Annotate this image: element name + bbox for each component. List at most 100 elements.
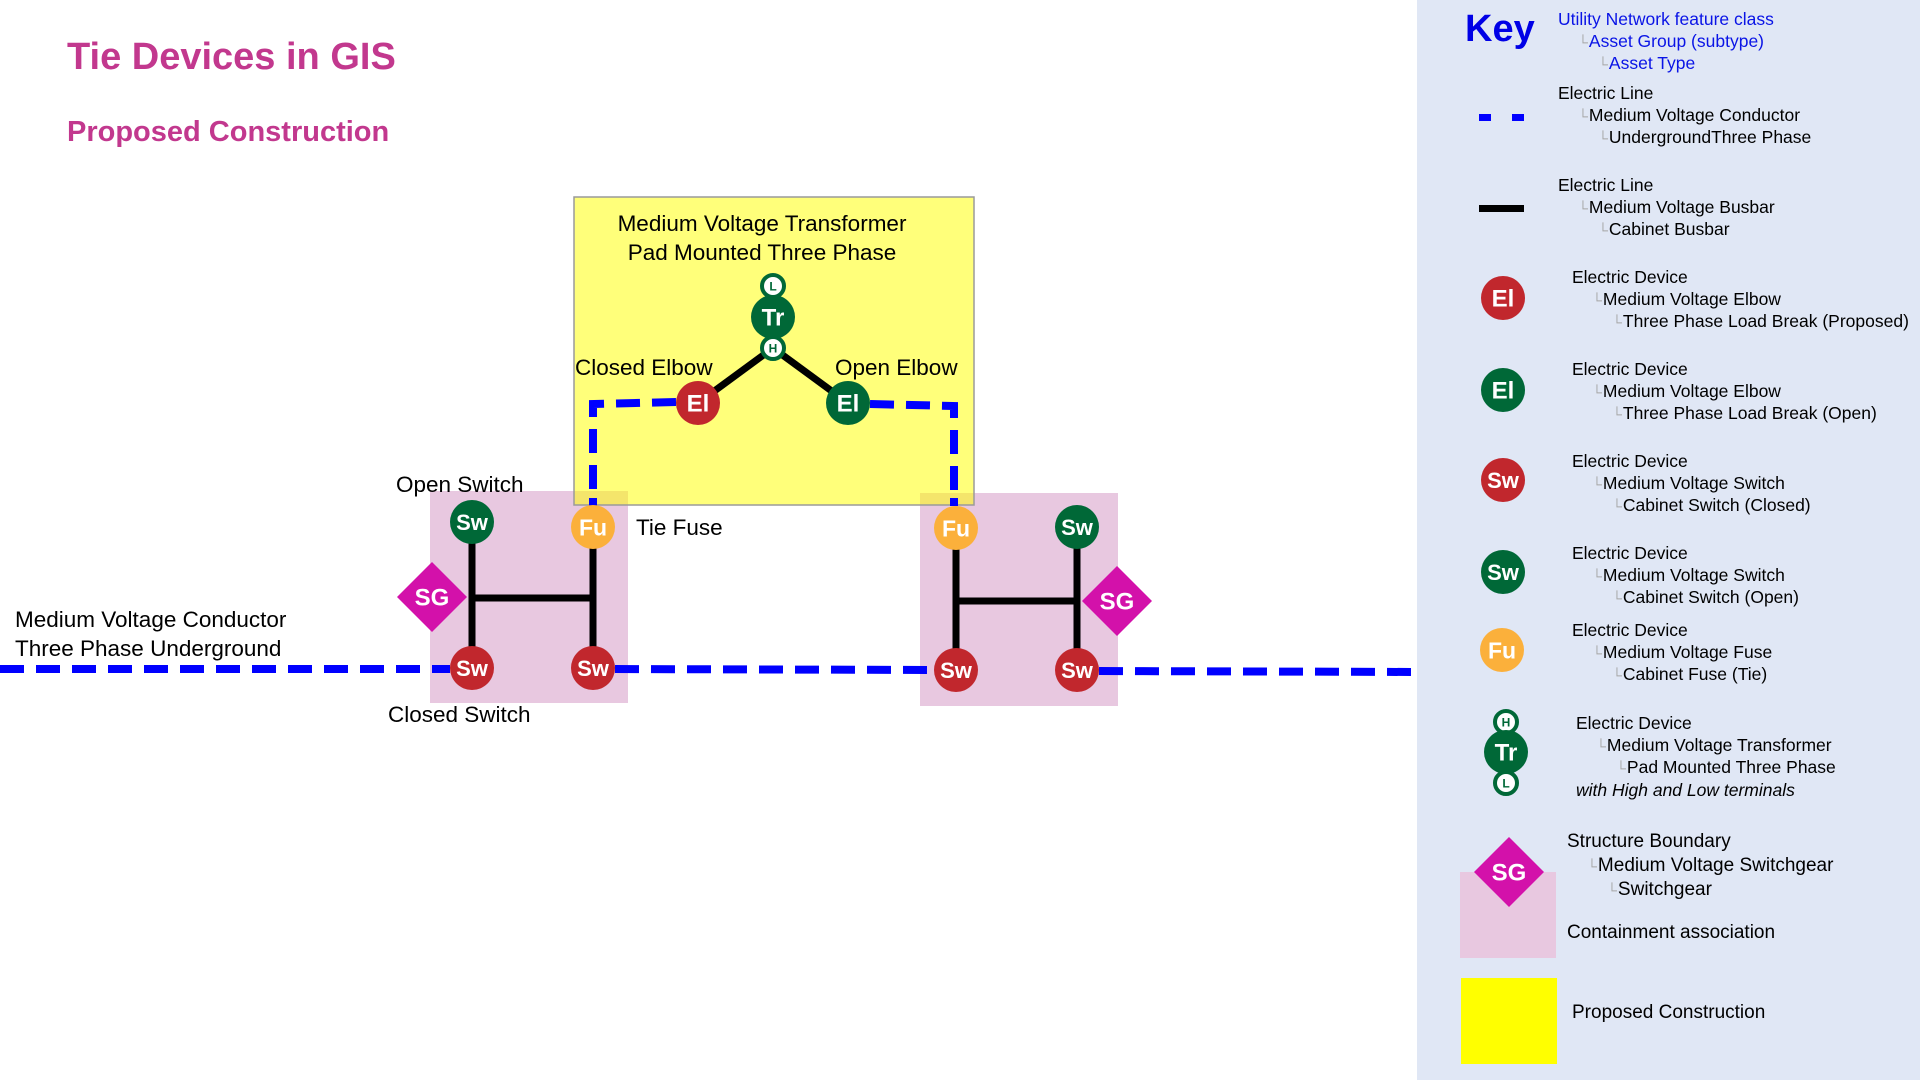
- legend-switchgear[interactable]: SG: [1474, 837, 1544, 907]
- legend-hierarchy-level2: Asset Group (subtype): [1588, 30, 1764, 51]
- legend-switch-open-label: Sw: [1487, 560, 1520, 585]
- tree-branch-icon: └: [1607, 882, 1617, 898]
- legend-entry: Electric Line └Medium Voltage Busbar └Cabi…: [1558, 175, 1775, 242]
- legend-transformer-low-terminal[interactable]: L: [1493, 770, 1519, 796]
- fuse-tie-left[interactable]: Fu: [571, 505, 615, 549]
- tree-branch-icon: └: [1598, 56, 1608, 72]
- transformer-tr-label: Tr: [762, 305, 785, 332]
- legend-entry-group: Medium Voltage Busbar: [1588, 196, 1775, 217]
- switch-open-right[interactable]: Sw: [1055, 505, 1099, 549]
- legend-entry: Electric Device └Medium Voltage Switch └Ca…: [1572, 543, 1799, 610]
- legend-entry-type: UndergroundThree Phase: [1608, 127, 1812, 147]
- legend-entry-class: Electric Device: [1572, 543, 1688, 563]
- legend-transformer-label: Tr: [1495, 740, 1518, 767]
- tree-branch-icon: └: [1598, 130, 1608, 146]
- legend-entry-class: Structure Boundary: [1567, 831, 1731, 852]
- tree-branch-icon: └: [1592, 383, 1602, 400]
- tree-branch-icon: └: [1612, 590, 1622, 606]
- legend-switch-closed-label: Sw: [1487, 468, 1520, 493]
- legend-conductor-dash: [1512, 114, 1524, 121]
- tree-branch-icon: └: [1616, 760, 1626, 776]
- label-conductor-line1: Medium Voltage Conductor: [15, 607, 287, 632]
- tree-branch-icon: └: [1578, 33, 1588, 50]
- legend-switch-open-shape: [1481, 550, 1525, 594]
- transformer-high-terminal[interactable]: H: [760, 335, 786, 361]
- label-tie-fuse: Tie Fuse: [636, 515, 723, 540]
- legend-transformer[interactable]: Tr: [1484, 730, 1528, 774]
- legend-fuse-label: Fu: [1488, 637, 1516, 663]
- legend-elbow-closed[interactable]: El: [1481, 276, 1525, 320]
- legend-elbow-open-label: El: [1492, 378, 1515, 405]
- legend-hierarchy-level3: Asset Type: [1608, 53, 1696, 73]
- legend-elbow-open[interactable]: El: [1481, 368, 1525, 412]
- legend-entry-group: Medium Voltage Fuse: [1602, 641, 1773, 662]
- legend-hierarchy-level1: Utility Network feature class: [1558, 9, 1774, 29]
- legend-entry-type: Cabinet Fuse (Tie): [1622, 664, 1768, 684]
- switch-closed-left-b-label: Sw: [577, 656, 610, 681]
- legend-hierarchy: Utility Network feature class └Asset Gro…: [1558, 9, 1774, 76]
- switch-open-left[interactable]: Sw: [450, 500, 494, 544]
- transformer-low-terminal-label: L: [769, 280, 776, 294]
- conductor-tie-span[interactable]: [614, 665, 935, 674]
- legend-entry: Electric Device └Medium Voltage Switch └Ca…: [1572, 451, 1811, 518]
- legend-transformer-high-terminal-label: H: [1502, 716, 1511, 730]
- switchgear-right-label: SG: [1100, 589, 1135, 616]
- legend-transformer-high-terminal[interactable]: H: [1493, 709, 1519, 735]
- legend-elbow-closed-label: El: [1492, 286, 1515, 313]
- legend-entry-class: Electric Line: [1558, 83, 1654, 103]
- label-closed-elbow: Closed Elbow: [575, 355, 713, 380]
- legend-fuse[interactable]: Fu: [1480, 628, 1524, 672]
- legend-entry-type: Cabinet Busbar: [1608, 219, 1730, 239]
- label-transformer-line2: Pad Mounted Three Phase: [628, 240, 897, 265]
- legend-entry-group: Medium Voltage Switch: [1602, 564, 1785, 585]
- legend-entry-class: Electric Device: [1572, 359, 1688, 379]
- legend-entry-group: Medium Voltage Elbow: [1602, 288, 1781, 309]
- legend-proposed-area: [1461, 978, 1557, 1064]
- legend-entry-type: Three Phase Load Break (Open): [1622, 403, 1877, 423]
- tree-branch-icon: └: [1578, 107, 1588, 124]
- legend-entry-class: Electric Line: [1558, 175, 1654, 195]
- legend-elbow-closed-shape: [1481, 276, 1525, 320]
- switch-open-right-label: Sw: [1061, 515, 1094, 540]
- tree-branch-icon: └: [1578, 199, 1588, 216]
- tree-branch-icon: └: [1596, 737, 1606, 754]
- legend-switch-closed[interactable]: Sw: [1481, 458, 1525, 502]
- legend-entry-class: Electric Device: [1572, 267, 1688, 287]
- switch-open-left-label: Sw: [456, 510, 489, 535]
- legend-entry-group: Medium Voltage Elbow: [1602, 380, 1781, 401]
- legend-entry-class: Electric Device: [1576, 713, 1692, 733]
- transformer-low-terminal[interactable]: L: [760, 273, 786, 299]
- tree-branch-icon: └: [1598, 222, 1608, 238]
- switch-closed-right-b-label: Sw: [1061, 658, 1094, 683]
- fuse-tie-right[interactable]: Fu: [934, 506, 978, 550]
- legend-entry: Electric Device └Medium Voltage Fuse └Cabi…: [1572, 620, 1772, 687]
- switch-closed-right-a[interactable]: Sw: [934, 648, 978, 692]
- transformer-tr[interactable]: Tr: [751, 295, 795, 339]
- elbow-closed[interactable]: El: [676, 381, 720, 425]
- conductor-right-feed[interactable]: [1098, 667, 1417, 676]
- tree-branch-icon: └: [1612, 314, 1622, 330]
- legend-entry-type: Three Phase Load Break (Proposed): [1622, 311, 1909, 331]
- legend-switch-open[interactable]: Sw: [1481, 550, 1525, 594]
- legend-entry-extra: Containment association: [1567, 921, 1776, 943]
- fuse-tie-left-label: Fu: [579, 514, 607, 540]
- elbow-closed-label: El: [687, 391, 710, 418]
- fuse-tie-right-label: Fu: [942, 515, 970, 541]
- tree-branch-icon: └: [1592, 291, 1602, 308]
- legend-elbow-open-shape: [1481, 368, 1525, 412]
- legend-switchgear-label: SG: [1492, 860, 1527, 887]
- legend-busbar-line: [1479, 205, 1524, 212]
- legend-entry: Structure Boundary └Medium Voltage Switch…: [1567, 830, 1833, 944]
- switch-closed-right-b[interactable]: Sw: [1055, 648, 1099, 692]
- legend-fuse-shape: [1480, 628, 1524, 672]
- legend-entry-class: Proposed Construction: [1572, 1002, 1766, 1023]
- legend-switchgear-shape: [1474, 837, 1544, 907]
- switchgear-left-label: SG: [415, 585, 450, 612]
- legend-transformer-high-terminal-shape: [1493, 709, 1519, 735]
- switch-closed-right-a-label: Sw: [940, 658, 973, 683]
- elbow-open[interactable]: El: [826, 381, 870, 425]
- tree-branch-icon: └: [1612, 667, 1622, 683]
- switch-closed-left-b[interactable]: Sw: [571, 646, 615, 690]
- switch-closed-left-a[interactable]: Sw: [450, 646, 494, 690]
- legend-containment-area: [1460, 872, 1556, 958]
